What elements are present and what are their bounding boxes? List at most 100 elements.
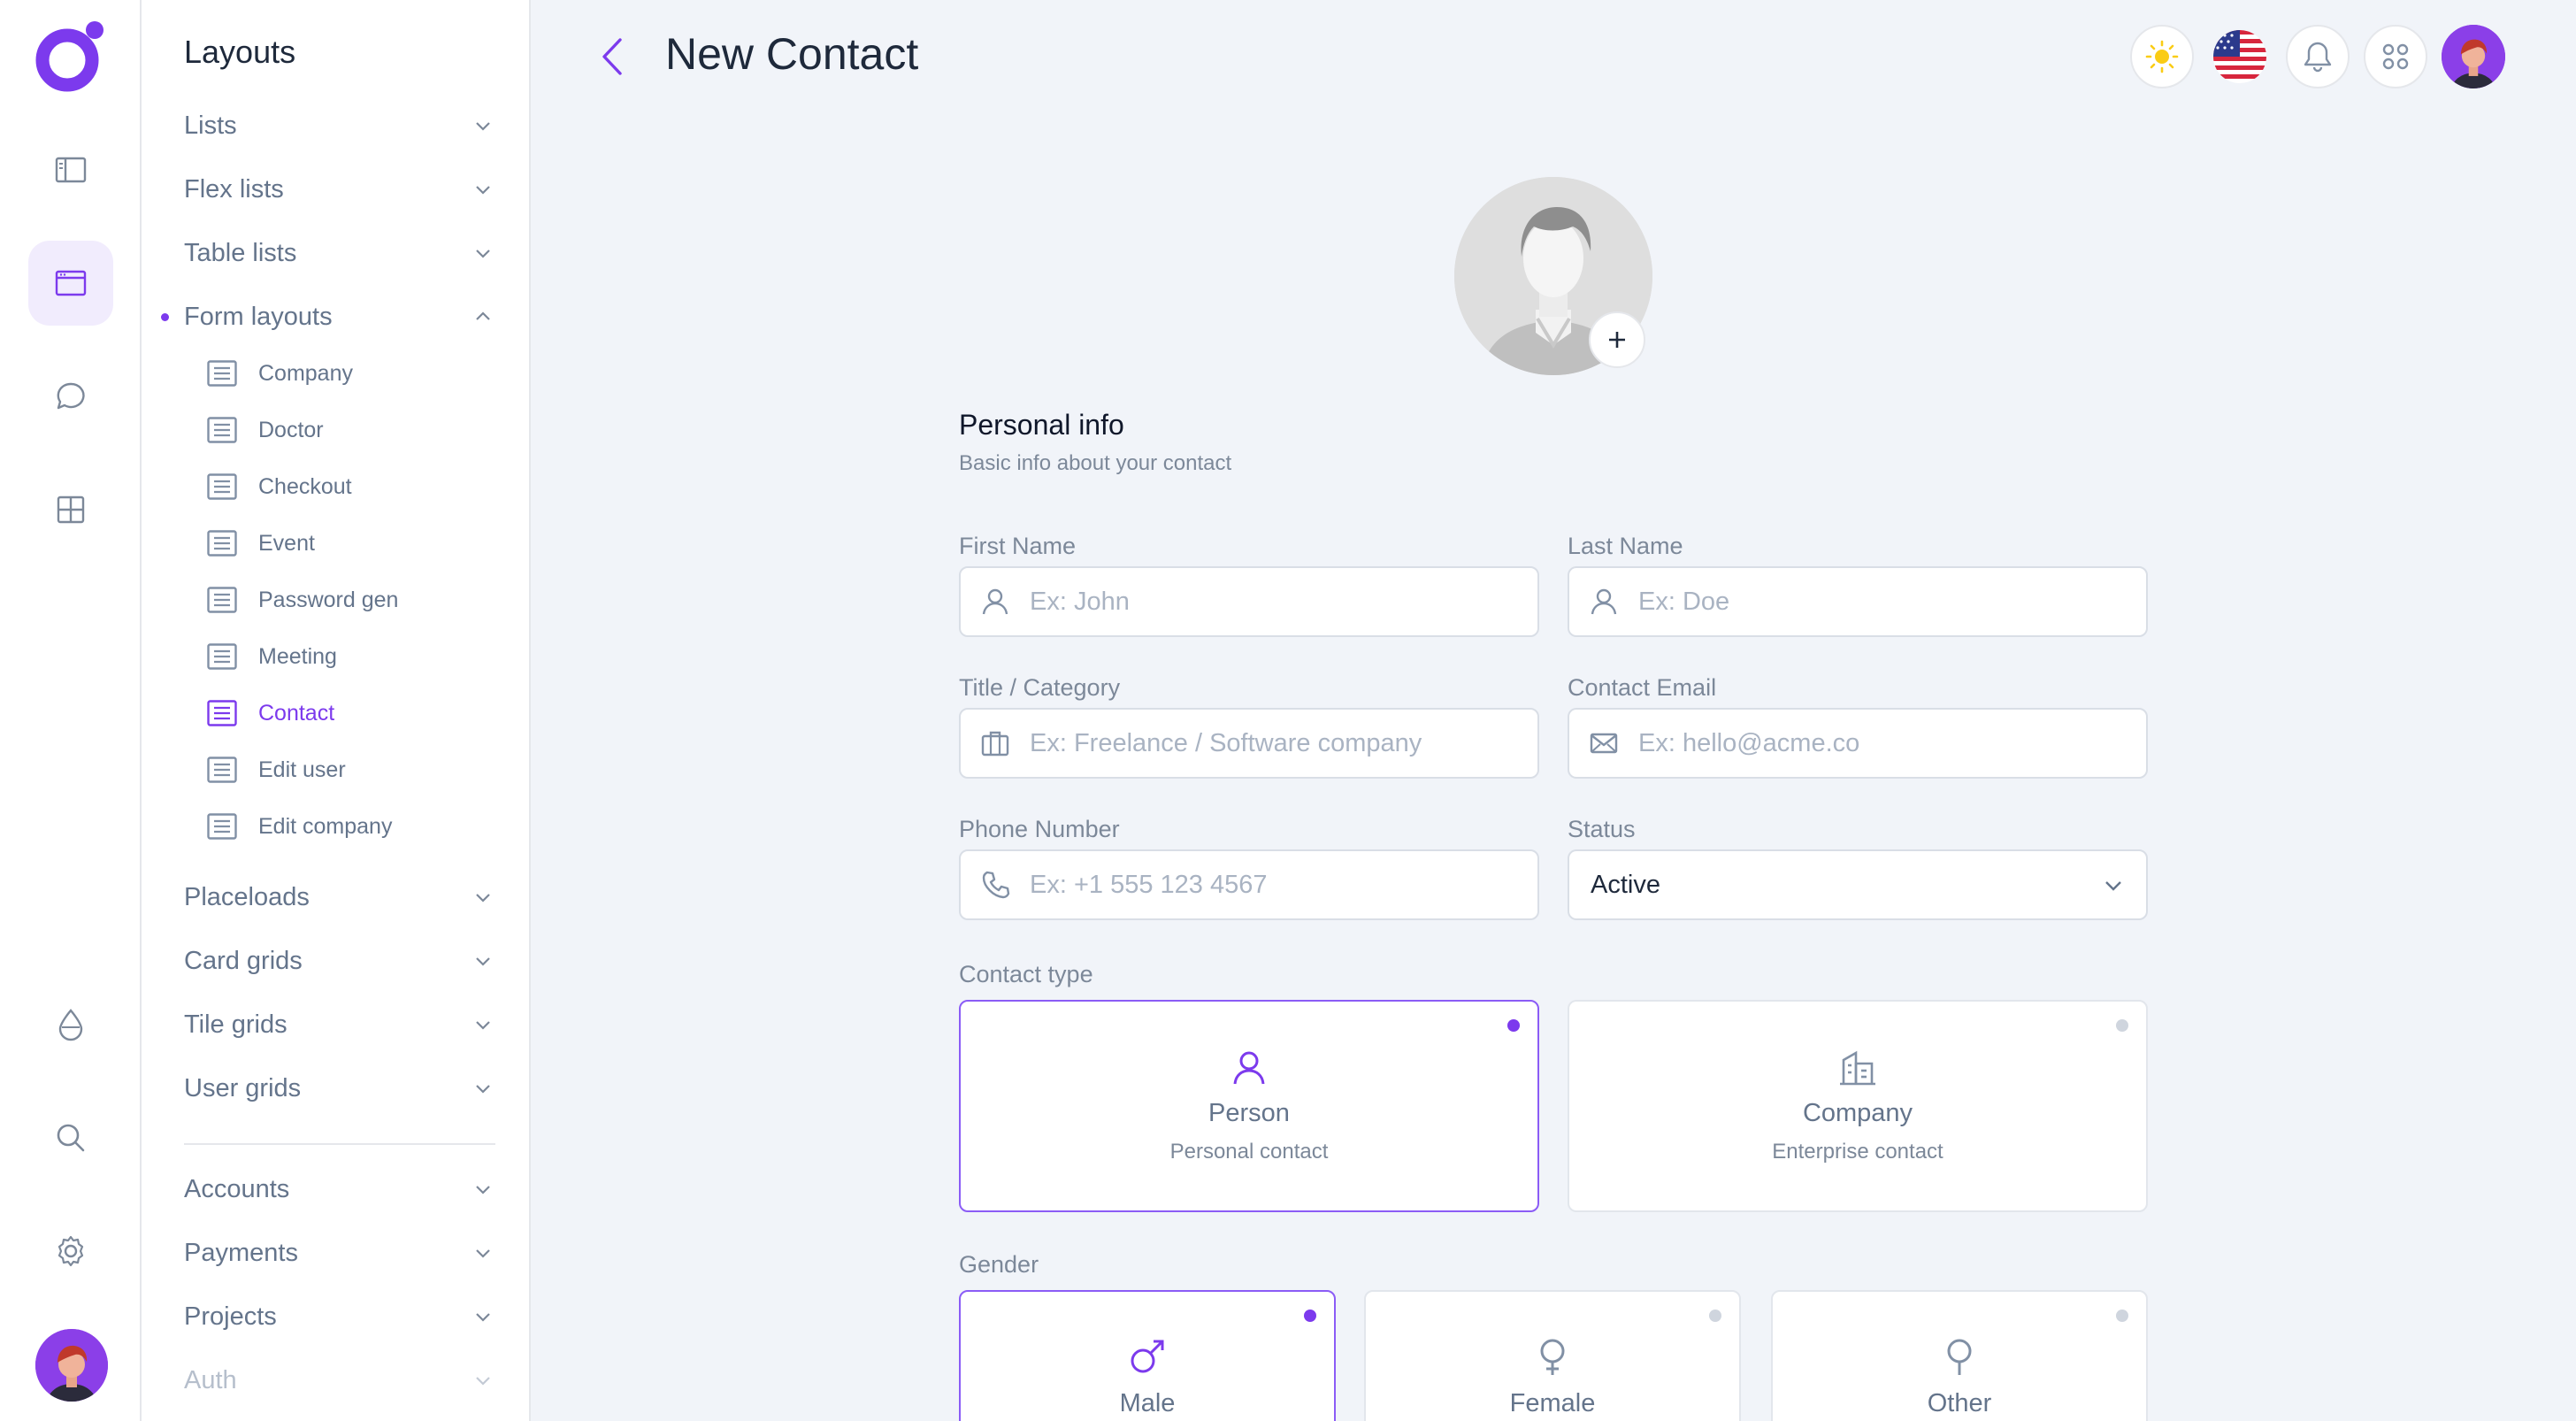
sidebar-group-form-layouts[interactable]: Form layouts [161,296,495,338]
form-doc-icon [207,587,237,613]
chevron-down-icon [476,1249,490,1258]
sidebar-item-doctor[interactable]: Doctor [207,411,472,449]
phone-icon [982,871,1010,899]
first-name-input[interactable] [1030,587,1525,617]
first-name-label: First Name [959,533,1077,559]
sidebar-group-card-grids[interactable]: Card grids [184,940,495,982]
form-doc-icon [207,813,237,840]
chevron-down-icon [476,122,490,131]
us-flag-icon [2213,30,2266,83]
person-icon [1233,1051,1265,1085]
settings-icon[interactable] [28,1209,113,1294]
contact-type-label: Contact type [959,961,1093,987]
theme-toggle-button[interactable] [2130,25,2194,88]
profile-avatar[interactable] [2442,25,2505,88]
plus-icon [1609,332,1625,348]
option-subtitle: Enterprise contact [1772,1140,1944,1164]
page-title: New Contact [665,29,919,79]
sidebar-group-user-grids[interactable]: User grids [184,1067,495,1110]
apps-button[interactable] [2364,25,2427,88]
language-button[interactable] [2208,25,2272,88]
female-symbol-icon [1540,1339,1565,1375]
chevron-down-icon [476,1085,490,1094]
sidebar-item-edit-company[interactable]: Edit company [207,807,472,846]
chevron-down-icon [476,250,490,258]
email-input[interactable] [1638,728,2134,758]
title-category-input[interactable] [1030,728,1525,758]
sidebar-group-projects[interactable]: Projects [184,1295,495,1338]
form-doc-icon [207,417,237,443]
notifications-button[interactable] [2286,25,2350,88]
sidebar-item-edit-user[interactable]: Edit user [207,750,472,789]
grid-icon[interactable] [28,467,113,552]
upload-avatar-button[interactable] [1589,311,1645,368]
gender-label: Gender [959,1251,1039,1278]
radio-indicator [2116,1019,2128,1032]
sidebar-group-accounts[interactable]: Accounts [184,1168,495,1210]
gender-other[interactable]: Other [1771,1290,2148,1421]
gender-male[interactable]: Male [959,1290,1336,1421]
sidebar-group-placeloads[interactable]: Placeloads [184,876,495,918]
phone-input[interactable] [1030,870,1525,900]
briefcase-icon [981,731,1009,757]
gender-female[interactable]: Female [1364,1290,1741,1421]
chevron-down-icon [476,186,490,195]
form-doc-icon [207,360,237,387]
back-button[interactable] [593,34,632,80]
contact-type-person[interactable]: Person Personal contact [959,1000,1539,1212]
sidebar-item-password-gen[interactable]: Password gen [207,580,472,619]
last-name-label: Last Name [1568,533,1683,559]
sidebar-item-label: Doctor [258,417,324,442]
last-name-input[interactable] [1638,587,2134,617]
chevron-down-icon [476,1186,490,1194]
form-doc-icon [207,530,237,557]
sidebar-group-table-lists[interactable]: Table lists [184,232,495,274]
last-name-field[interactable] [1568,566,2148,637]
form-doc-icon [207,757,237,783]
option-subtitle: Personal contact [1169,1140,1329,1164]
title-category-field[interactable] [959,708,1539,779]
chat-icon[interactable] [28,354,113,439]
phone-field[interactable] [959,849,1539,920]
option-title: Female [1509,1389,1596,1417]
sidebar-group-label: Auth [184,1365,237,1394]
sidebar-group-auth[interactable]: Auth [184,1359,495,1402]
user-icon [1591,588,1617,615]
sidebar-group-label: Form layouts [184,302,333,331]
sidebar-item-label: Edit company [258,813,393,839]
layouts-sidebar: Layouts Lists Flex lists Table lists For… [142,0,531,1421]
status-selected-value: Active [1591,870,1660,899]
app-logo[interactable] [34,18,110,94]
sidebar-item-event[interactable]: Event [207,524,472,563]
sidebar-group-tile-grids[interactable]: Tile grids [184,1003,495,1046]
option-title: Company [1802,1099,1913,1127]
sidebar-item-meeting[interactable]: Meeting [207,637,472,676]
sidebar-group-payments[interactable]: Payments [184,1232,495,1274]
sidebar-group-flex-lists[interactable]: Flex lists [184,168,495,211]
sidebar-item-contact[interactable]: Contact [207,694,472,733]
status-label: Status [1568,816,1636,842]
sidebar-group-label: Tile grids [184,1010,288,1039]
user-avatar[interactable] [35,1329,108,1402]
layouts-icon[interactable] [28,241,113,326]
option-title: Male [1119,1389,1176,1417]
sidebar-item-label: Edit user [258,757,346,782]
email-field[interactable] [1568,708,2148,779]
contact-type-company[interactable]: Company Enterprise contact [1568,1000,2148,1212]
sidebar-item-company[interactable]: Company [207,354,472,393]
chevron-down-icon [476,1021,490,1030]
sidebar-group-lists[interactable]: Lists [184,104,495,147]
sidebar-toggle-icon[interactable] [28,127,113,212]
option-title: Person [1208,1099,1290,1127]
sidebar-item-checkout[interactable]: Checkout [207,467,472,506]
sidebar-group-label: Placeloads [184,882,310,911]
first-name-field[interactable] [959,566,1539,637]
theme-drop-icon[interactable] [28,982,113,1067]
user-icon [982,588,1008,615]
status-select[interactable]: Active [1568,849,2148,920]
chevron-down-icon [476,1377,490,1386]
chevron-down-icon [476,957,490,966]
section-subtitle: Basic info about your contact [959,451,1232,475]
search-icon[interactable] [28,1095,113,1180]
radio-indicator [1304,1310,1316,1322]
